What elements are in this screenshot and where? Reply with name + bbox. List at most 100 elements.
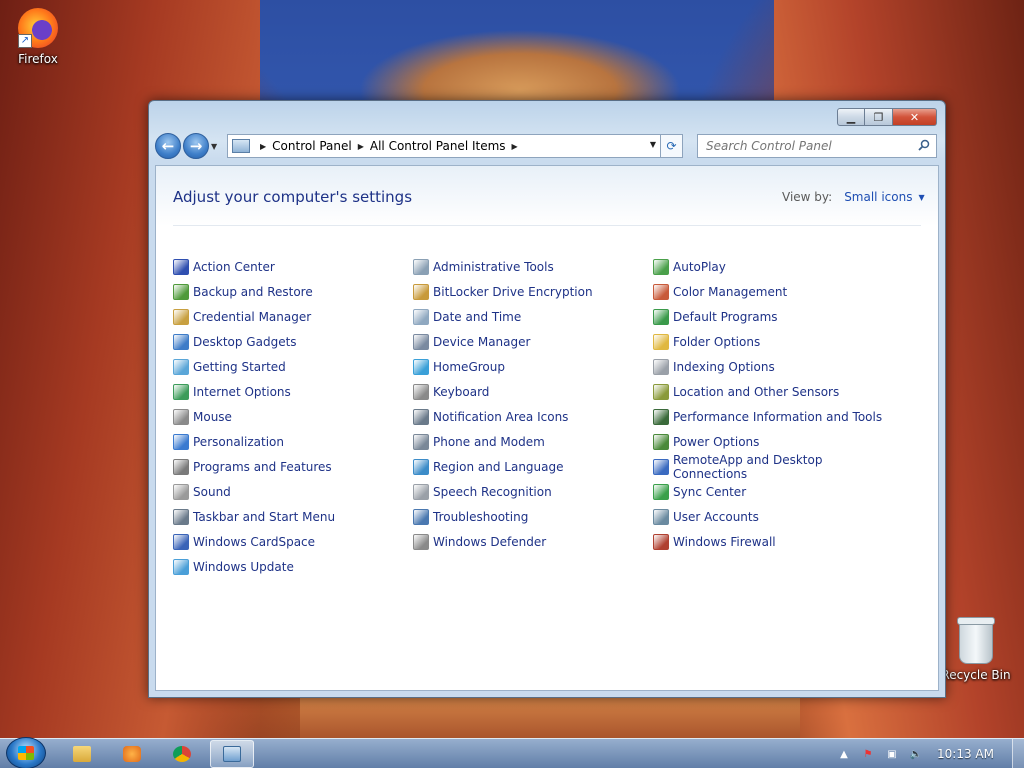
cp-item-desktop-gadgets[interactable]: Desktop Gadgets: [173, 329, 413, 354]
cp-item-label: AutoPlay: [673, 259, 726, 274]
cp-item-speech-recognition[interactable]: Speech Recognition: [413, 479, 653, 504]
cp-item-notification-area-icons[interactable]: Notification Area Icons: [413, 404, 653, 429]
cp-item-label: Sound: [193, 484, 231, 499]
control-panel-window: ▁ ❐ ✕ ← → ▼ ▶ Control Panel ▶ All Contro…: [148, 100, 946, 698]
cp-item-internet-options[interactable]: Internet Options: [173, 379, 413, 404]
cp-item-label: RemoteApp and Desktop Connections: [673, 452, 823, 481]
cp-item-location-and-other-sensors[interactable]: Location and Other Sensors: [653, 379, 893, 404]
cp-item-windows-firewall[interactable]: Windows Firewall: [653, 529, 893, 554]
cp-item-label: Personalization: [193, 434, 284, 449]
search-input[interactable]: [706, 139, 906, 153]
cp-item-sound[interactable]: Sound: [173, 479, 413, 504]
chrome-icon: [173, 745, 191, 762]
cp-item-credential-manager[interactable]: Credential Manager: [173, 304, 413, 329]
forward-arrow-icon: →: [189, 137, 203, 155]
cp-item-label: Credential Manager: [193, 309, 312, 324]
cp-item-mouse[interactable]: Mouse: [173, 404, 413, 429]
cp-item-windows-cardspace[interactable]: Windows CardSpace: [173, 529, 413, 554]
cp-item-indexing-options[interactable]: Indexing Options: [653, 354, 893, 379]
back-button[interactable]: ←: [155, 133, 181, 159]
taskbar-media-player-button[interactable]: [110, 740, 154, 768]
cp-item-date-and-time[interactable]: Date and Time: [413, 304, 653, 329]
cp-item-keyboard[interactable]: Keyboard: [413, 379, 653, 404]
cp-item-troubleshooting[interactable]: Troubleshooting: [413, 504, 653, 529]
cp-item-backup-and-restore[interactable]: Backup and Restore: [173, 279, 413, 304]
volume-icon[interactable]: 🔈: [907, 746, 925, 762]
desktop-icon-firefox[interactable]: ↗ Firefox: [2, 8, 74, 66]
cp-item-autoplay[interactable]: AutoPlay: [653, 254, 893, 279]
cp-item-taskbar-and-start-menu[interactable]: Taskbar and Start Menu: [173, 504, 413, 529]
view-by-dropdown-arrow-icon[interactable]: ▼: [918, 193, 924, 202]
cp-item-default-programs[interactable]: Default Programs: [653, 304, 893, 329]
cp-item-label: Programs and Features: [193, 459, 332, 474]
show-hidden-icons-arrow-icon[interactable]: ▲: [835, 746, 853, 762]
windows-cardspace-icon: [173, 533, 189, 550]
cp-item-user-accounts[interactable]: User Accounts: [653, 504, 893, 529]
view-by-label: View by:: [782, 190, 833, 204]
cp-item-color-management[interactable]: Color Management: [653, 279, 893, 304]
bitlocker-drive-encryption-icon: [413, 283, 429, 300]
sync-center-icon: [653, 483, 669, 500]
cp-item-sync-center[interactable]: Sync Center: [653, 479, 893, 504]
cp-item-label: User Accounts: [673, 509, 759, 524]
desktop-icon-recycle-bin[interactable]: Recycle Bin: [940, 617, 1012, 682]
start-button[interactable]: [6, 736, 46, 768]
speech-recognition-icon: [413, 483, 429, 500]
color-management-icon: [653, 283, 669, 300]
breadcrumb-all-items[interactable]: All Control Panel Items: [370, 139, 506, 153]
forward-button[interactable]: →: [183, 133, 209, 159]
cp-item-region-and-language[interactable]: Region and Language: [413, 454, 653, 479]
breadcrumb-chevron-icon[interactable]: ▶: [512, 142, 518, 151]
taskbar-control-panel-button[interactable]: [210, 739, 254, 768]
cp-item-remoteapp-and-desktop-connections[interactable]: RemoteApp and Desktop Connections: [653, 452, 893, 481]
cp-item-bitlocker-drive-encryption[interactable]: BitLocker Drive Encryption: [413, 279, 653, 304]
cp-item-homegroup[interactable]: HomeGroup: [413, 354, 653, 379]
cp-item-getting-started[interactable]: Getting Started: [173, 354, 413, 379]
cp-item-folder-options[interactable]: Folder Options: [653, 329, 893, 354]
clock[interactable]: 10:13 AM: [937, 747, 994, 761]
address-bar[interactable]: ▶ Control Panel ▶ All Control Panel Item…: [227, 134, 661, 158]
cp-item-windows-defender[interactable]: Windows Defender: [413, 529, 653, 554]
device-manager-icon: [413, 333, 429, 350]
refresh-button[interactable]: ⟳: [661, 134, 683, 158]
cp-item-windows-update[interactable]: Windows Update: [173, 554, 413, 579]
items-column: AutoPlay Color Management Default Programs…: [653, 254, 893, 579]
cp-item-label: Speech Recognition: [433, 484, 552, 499]
cp-item-personalization[interactable]: Personalization: [173, 429, 413, 454]
cp-item-label: Notification Area Icons: [433, 409, 569, 424]
shortcut-arrow-icon: ↗: [18, 34, 32, 48]
keyboard-icon: [413, 383, 429, 400]
cp-item-label: Action Center: [193, 259, 275, 274]
search-box[interactable]: [697, 134, 937, 158]
cp-item-label: Windows Firewall: [673, 534, 776, 549]
content-pane: Adjust your computer's settings View by:…: [155, 165, 939, 691]
taskbar-chrome-button[interactable]: [160, 740, 204, 768]
media-player-icon: [123, 745, 141, 762]
cp-item-administrative-tools[interactable]: Administrative Tools: [413, 254, 653, 279]
address-dropdown-icon[interactable]: ▼: [650, 140, 656, 149]
cp-item-action-center[interactable]: Action Center: [173, 254, 413, 279]
default-programs-icon: [653, 308, 669, 325]
cp-item-label: Administrative Tools: [433, 259, 554, 274]
breadcrumb-chevron-icon[interactable]: ▶: [358, 142, 364, 151]
cp-item-phone-and-modem[interactable]: Phone and Modem: [413, 429, 653, 454]
cp-item-device-manager[interactable]: Device Manager: [413, 329, 653, 354]
cp-item-power-options[interactable]: Power Options: [653, 429, 893, 454]
cp-item-programs-and-features[interactable]: Programs and Features: [173, 454, 413, 479]
items-column: Administrative Tools BitLocker Drive Encr…: [413, 254, 653, 579]
network-icon[interactable]: ▣: [883, 746, 901, 762]
taskbar-explorer-button[interactable]: [60, 740, 104, 768]
minimize-button[interactable]: ▁: [837, 108, 865, 126]
recent-pages-dropdown[interactable]: ▼: [211, 142, 221, 151]
view-by-dropdown[interactable]: Small icons: [844, 190, 912, 204]
cp-item-label: Region and Language: [433, 459, 564, 474]
cp-item-performance-information-and-tools[interactable]: Performance Information and Tools: [653, 404, 893, 429]
maximize-button[interactable]: ❐: [865, 108, 893, 126]
show-desktop-button[interactable]: [1012, 739, 1024, 768]
search-icon[interactable]: [918, 139, 930, 151]
breadcrumb-control-panel[interactable]: Control Panel: [272, 139, 352, 153]
close-button[interactable]: ✕: [893, 108, 937, 126]
cp-item-label: HomeGroup: [433, 359, 505, 374]
action-center-flag-icon[interactable]: ⚑: [859, 746, 877, 762]
breadcrumb-chevron-icon[interactable]: ▶: [260, 142, 266, 151]
